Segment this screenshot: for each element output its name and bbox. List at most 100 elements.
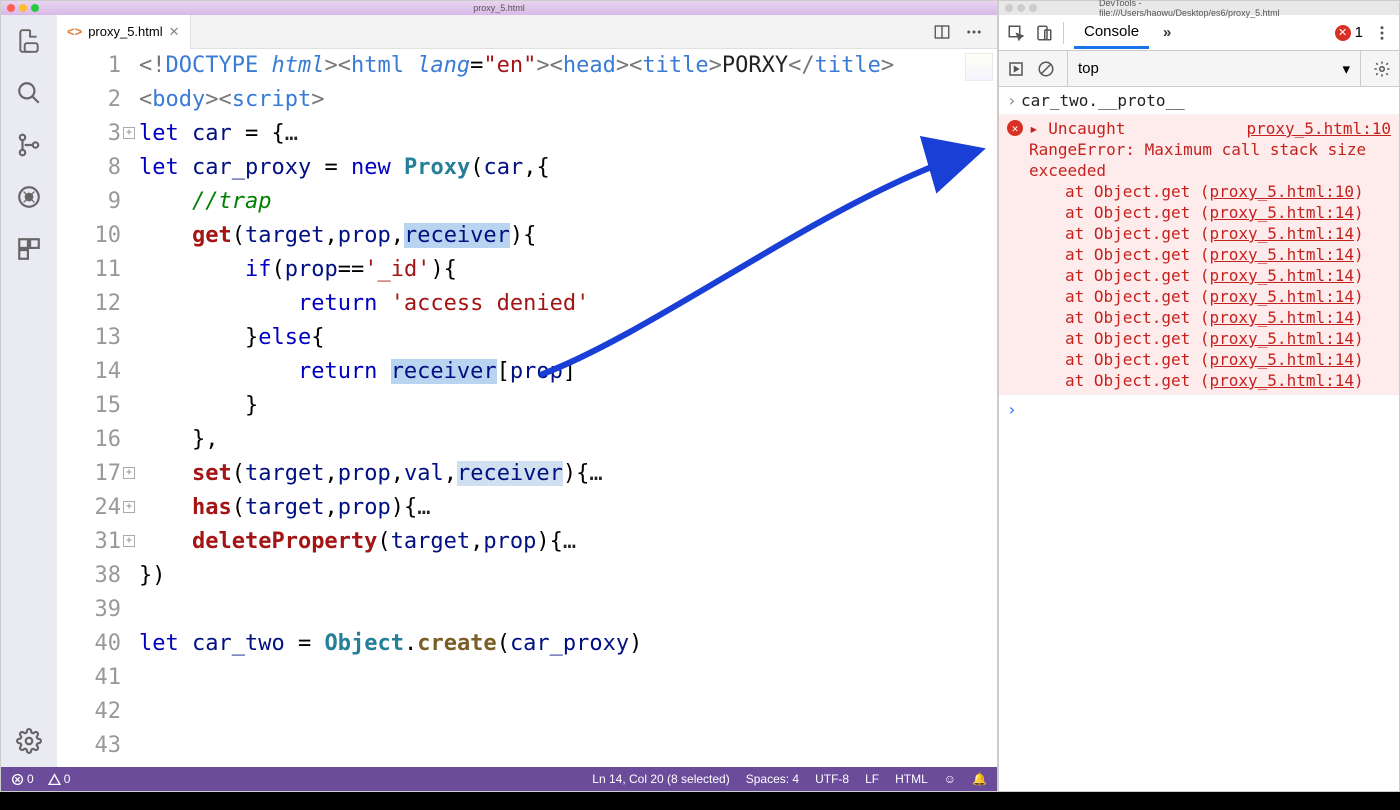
error-message: RangeError: Maximum call stack size exce… — [1029, 139, 1391, 181]
source-control-icon[interactable] — [15, 131, 43, 159]
minimap[interactable] — [965, 53, 993, 81]
activity-bar — [1, 15, 57, 767]
maximize-window-icon[interactable] — [1029, 4, 1037, 12]
console-error: ✕ ▸ Uncaught proxy_5.html:10 RangeError:… — [999, 115, 1399, 395]
inspect-element-icon[interactable] — [1007, 24, 1025, 42]
code-editor[interactable]: 123+891011121314151617+24+31+38394041424… — [57, 49, 997, 767]
search-icon[interactable] — [15, 79, 43, 107]
stack-frame: at Object.get (proxy_5.html:14) — [1029, 307, 1391, 328]
code-line[interactable]: //trap — [139, 185, 997, 219]
debug-icon[interactable] — [15, 183, 43, 211]
code-line[interactable]: } — [139, 389, 997, 423]
code-line[interactable]: <!DOCTYPE html><html lang="en"><head><ti… — [139, 49, 997, 83]
stack-link[interactable]: proxy_5.html:14 — [1210, 308, 1355, 327]
close-window-icon[interactable] — [7, 4, 15, 12]
context-selector[interactable]: top ▾ — [1067, 51, 1361, 86]
code-line[interactable]: return receiver[prop] — [139, 355, 997, 389]
input-arrow-icon: › — [1007, 90, 1021, 111]
code-line[interactable] — [139, 695, 997, 729]
status-warnings[interactable]: 0 — [48, 772, 71, 786]
code-line[interactable]: if(prop=='_id'){ — [139, 253, 997, 287]
devtools-title: DevTools - file:///Users/haowu/Desktop/e… — [1099, 0, 1299, 18]
stack-link[interactable]: proxy_5.html:14 — [1210, 266, 1355, 285]
vscode-titlebar[interactable]: proxy_5.html — [1, 1, 997, 15]
html-file-icon: <> — [67, 24, 82, 39]
tab-filename: proxy_5.html — [88, 24, 162, 39]
chevron-down-icon: ▾ — [1342, 60, 1350, 78]
feedback-icon[interactable]: ☺ — [944, 772, 956, 786]
cursor-position[interactable]: Ln 14, Col 20 (8 selected) — [592, 772, 729, 786]
error-icon: ✕ — [1335, 25, 1351, 41]
close-window-icon[interactable] — [1005, 4, 1013, 12]
settings-gear-icon[interactable] — [15, 727, 43, 755]
code-line[interactable] — [139, 593, 997, 627]
minimize-window-icon[interactable] — [19, 4, 27, 12]
stack-link[interactable]: proxy_5.html:14 — [1210, 224, 1355, 243]
encoding[interactable]: UTF-8 — [815, 772, 849, 786]
play-icon[interactable] — [1007, 60, 1025, 78]
minimize-window-icon[interactable] — [1017, 4, 1025, 12]
devtools-titlebar[interactable]: DevTools - file:///Users/haowu/Desktop/e… — [999, 1, 1399, 15]
vscode-window: proxy_5.html <> proxy_5.html ✕ — [0, 0, 998, 792]
console-prompt[interactable]: › — [999, 395, 1399, 424]
close-tab-icon[interactable]: ✕ — [169, 24, 180, 40]
code-line[interactable]: }) — [139, 559, 997, 593]
fold-icon[interactable]: + — [123, 501, 135, 513]
code-line[interactable]: return 'access denied' — [139, 287, 997, 321]
bottom-bar — [0, 792, 1400, 810]
clear-console-icon[interactable] — [1037, 60, 1055, 78]
fold-icon[interactable]: + — [123, 127, 135, 139]
code-line[interactable]: deleteProperty(target,prop){… — [139, 525, 997, 559]
status-bar: 0 0 Ln 14, Col 20 (8 selected) Spaces: 4… — [1, 767, 997, 791]
code-line[interactable] — [139, 661, 997, 695]
code-line[interactable] — [139, 729, 997, 763]
console-output[interactable]: › car_two.__proto__ ✕ ▸ Uncaught proxy_5… — [999, 87, 1399, 791]
split-editor-icon[interactable] — [933, 23, 951, 41]
language-mode[interactable]: HTML — [895, 772, 928, 786]
notifications-icon[interactable]: 🔔 — [972, 772, 987, 786]
console-input-echo: › car_two.__proto__ — [999, 87, 1399, 115]
code-line[interactable]: let car_proxy = new Proxy(car,{ — [139, 151, 997, 185]
fold-icon[interactable]: + — [123, 467, 135, 479]
stack-link[interactable]: proxy_5.html:14 — [1210, 245, 1355, 264]
code-line[interactable]: let car_two = Object.create(car_proxy) — [139, 627, 997, 661]
fold-icon[interactable]: + — [123, 535, 135, 547]
editor-tab[interactable]: <> proxy_5.html ✕ — [57, 15, 191, 49]
stack-link[interactable]: proxy_5.html:14 — [1210, 287, 1355, 306]
maximize-window-icon[interactable] — [31, 4, 39, 12]
code-line[interactable]: get(target,prop,receiver){ — [139, 219, 997, 253]
stack-link[interactable]: proxy_5.html:14 — [1210, 329, 1355, 348]
stack-frame: at Object.get (proxy_5.html:14) — [1029, 349, 1391, 370]
more-actions-icon[interactable] — [965, 23, 983, 41]
indent-setting[interactable]: Spaces: 4 — [746, 772, 799, 786]
code-line[interactable]: has(target,prop){… — [139, 491, 997, 525]
extensions-icon[interactable] — [15, 235, 43, 263]
stack-link[interactable]: proxy_5.html:14 — [1210, 350, 1355, 369]
eol[interactable]: LF — [865, 772, 879, 786]
error-icon: ✕ — [1007, 120, 1023, 136]
devtools-toolbar: Console » ✕ 1 — [999, 15, 1399, 51]
console-tab[interactable]: Console — [1074, 17, 1149, 49]
explorer-icon[interactable] — [15, 27, 43, 55]
status-errors[interactable]: 0 — [11, 772, 34, 786]
code-line[interactable]: let car = {… — [139, 117, 997, 151]
expand-arrow-icon[interactable]: ▸ — [1029, 119, 1048, 138]
device-toolbar-icon[interactable] — [1035, 24, 1053, 42]
stack-link[interactable]: proxy_5.html:14 — [1210, 203, 1355, 222]
console-filter-bar: top ▾ — [999, 51, 1399, 87]
code-line[interactable]: set(target,prop,val,receiver){… — [139, 457, 997, 491]
console-settings-icon[interactable] — [1373, 60, 1391, 78]
stack-frame: at Object.get (proxy_5.html:14) — [1029, 265, 1391, 286]
stack-link[interactable]: proxy_5.html:10 — [1210, 182, 1355, 201]
error-badge[interactable]: ✕ 1 — [1335, 24, 1363, 41]
stack-frame: at Object.get (proxy_5.html:14) — [1029, 370, 1391, 391]
code-line[interactable]: }else{ — [139, 321, 997, 355]
code-line[interactable]: }, — [139, 423, 997, 457]
error-source-link[interactable]: proxy_5.html:10 — [1247, 118, 1392, 139]
stack-link[interactable]: proxy_5.html:14 — [1210, 371, 1355, 390]
window-title: proxy_5.html — [473, 3, 525, 13]
stack-frame: at Object.get (proxy_5.html:10) — [1029, 181, 1391, 202]
devtools-menu-icon[interactable] — [1373, 24, 1391, 42]
more-tabs[interactable]: » — [1153, 18, 1181, 47]
code-line[interactable]: <body><script> — [139, 83, 997, 117]
